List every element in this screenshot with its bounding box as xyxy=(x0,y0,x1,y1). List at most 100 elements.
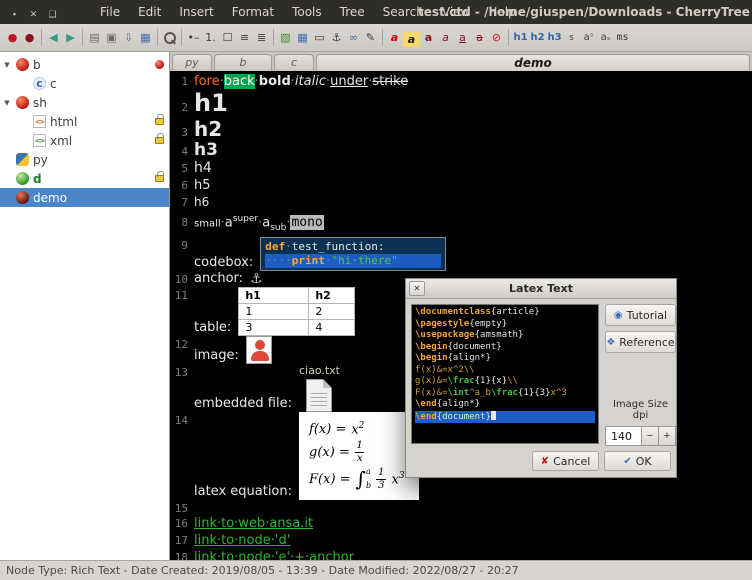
bulleted-list-icon[interactable]: •– xyxy=(185,27,202,49)
export-icon[interactable]: ⇩ xyxy=(120,27,137,49)
toolbar-separator xyxy=(273,29,274,46)
underline-icon[interactable]: a xyxy=(454,27,471,49)
bold-icon[interactable]: a xyxy=(420,27,437,49)
menu-tree[interactable]: Tree xyxy=(331,0,374,24)
go-back-icon[interactable]: ◀ xyxy=(45,27,62,49)
save-icon[interactable]: ▣ xyxy=(103,27,120,49)
person-icon xyxy=(247,337,271,363)
ok-icon: ✔ xyxy=(623,456,631,467)
monospace-icon[interactable]: ms xyxy=(614,27,631,49)
dpi-increase-button[interactable]: + xyxy=(659,426,676,446)
table-header-cell: h1 xyxy=(239,288,309,304)
text-run: a xyxy=(262,215,270,230)
edit-icon[interactable]: ✎ xyxy=(362,27,379,49)
subscript-icon[interactable]: aₛ xyxy=(597,27,614,49)
latex-equation-image[interactable]: f(x) = x2 g(x) = 1 x F(x) = ∫ a b xyxy=(299,412,419,500)
tab-demo[interactable]: demo xyxy=(316,54,750,71)
embedded-table[interactable]: h1h21234 xyxy=(238,287,355,336)
tutorial-button[interactable]: ◉ Tutorial xyxy=(605,304,676,326)
tree-node-xml[interactable]: <>xml xyxy=(0,131,169,150)
tree-node-d[interactable]: d xyxy=(0,169,169,188)
tree-panel[interactable]: ▼bcc▼sh<>html<>xmlpyddemo xyxy=(0,52,170,560)
tree-node-c[interactable]: cc xyxy=(0,74,169,93)
clear-format-icon[interactable]: ⊘ xyxy=(488,27,505,49)
find-icon[interactable] xyxy=(161,27,178,49)
fg-color-icon[interactable]: a xyxy=(386,27,403,49)
todo-list-icon[interactable]: ☐ xyxy=(219,27,236,49)
latex-source-editor[interactable]: \documentclass{article}\pagestyle{empty}… xyxy=(411,304,599,444)
cancel-button[interactable]: ✘ Cancel xyxy=(532,451,599,471)
align-left-icon[interactable]: ≡ xyxy=(236,27,253,49)
c-icon: c xyxy=(33,77,46,90)
expander-icon[interactable]: ▼ xyxy=(2,99,12,107)
toggle-tree-icon[interactable]: ▤ xyxy=(86,27,103,49)
embedded-file[interactable]: ciao.txt xyxy=(299,364,340,412)
menu-format[interactable]: Format xyxy=(223,0,283,24)
h1-icon[interactable]: h1 xyxy=(512,27,529,49)
tree-node-py[interactable]: py xyxy=(0,150,169,169)
tree-node-b[interactable]: ▼b xyxy=(0,55,169,74)
small-text-icon[interactable]: s xyxy=(563,27,580,49)
dpi-input[interactable]: 140 xyxy=(605,426,642,446)
reference-icon: ❖ xyxy=(606,337,615,348)
tree-node-sh[interactable]: ▼sh xyxy=(0,93,169,112)
expander-icon[interactable]: ▼ xyxy=(2,61,12,69)
h3-icon[interactable]: h3 xyxy=(546,27,563,49)
ok-button[interactable]: ✔ OK xyxy=(604,451,671,471)
menu-edit[interactable]: Edit xyxy=(129,0,170,24)
insert-link-icon[interactable]: ∞ xyxy=(345,27,362,49)
dpi-decrease-button[interactable]: − xyxy=(642,426,659,446)
menu-file[interactable]: File xyxy=(91,0,129,24)
numbered-list-icon[interactable]: 1. xyxy=(202,27,219,49)
codebox[interactable]: def·test_function:····print·"hi·there" xyxy=(260,237,446,271)
h2-icon[interactable]: h2 xyxy=(529,27,546,49)
reference-button[interactable]: ❖ Reference xyxy=(605,331,676,353)
line-content: fore·back·bold·italic·under·strike xyxy=(188,73,408,90)
dialog-footer: ✘ Cancel ✔ OK xyxy=(406,451,676,477)
embedded-image[interactable] xyxy=(246,336,272,364)
editor-line: 1fore·back·bold·italic·under·strike xyxy=(172,73,752,90)
latex-source-line: \begin{document} xyxy=(415,342,595,354)
latex-source-line: \begin{align*} xyxy=(415,353,595,365)
link-text[interactable]: link·to·web·ansa.it xyxy=(194,516,313,531)
italic-icon[interactable]: a xyxy=(437,27,454,49)
tree-node-demo[interactable]: demo xyxy=(0,188,169,207)
text-run: {document} xyxy=(437,412,491,422)
window-maximize[interactable]: ❑ xyxy=(44,6,61,23)
tab-py[interactable]: py xyxy=(172,54,212,71)
node-properties-icon[interactable]: ▦ xyxy=(137,27,154,49)
insert-codebox-icon[interactable]: ▭ xyxy=(311,27,328,49)
strike-icon[interactable]: a xyxy=(471,27,488,49)
tab-b[interactable]: b xyxy=(214,54,272,71)
text-run: g(x)&= xyxy=(415,376,448,386)
line-label: image: xyxy=(194,348,239,364)
text-run: bold xyxy=(259,74,291,89)
menu-insert[interactable]: Insert xyxy=(170,0,222,24)
cherry-latest-icon[interactable]: ● xyxy=(21,27,38,49)
insert-anchor-icon[interactable]: ⚓ xyxy=(328,27,345,49)
line-content: link·to·node·'d' xyxy=(188,532,290,549)
insert-table-icon[interactable]: ▦ xyxy=(294,27,311,49)
line-label: embedded file: xyxy=(194,396,292,412)
align-justify-icon[interactable]: ≣ xyxy=(253,27,270,49)
bg-color-icon[interactable]: a xyxy=(403,32,420,47)
latex-fraction: 1 x xyxy=(355,440,365,464)
superscript-icon[interactable]: aˢ xyxy=(580,27,597,49)
tab-c[interactable]: c xyxy=(274,54,314,71)
link-text[interactable]: link·to·node·'e'·+·anchor xyxy=(194,550,354,560)
go-forward-icon[interactable]: ▶ xyxy=(62,27,79,49)
text-run: test_function: xyxy=(292,240,385,253)
insert-image-icon[interactable]: ▧ xyxy=(277,27,294,49)
latex-eq-F: F(x) = ∫ a b 1 3 x3 xyxy=(309,467,405,491)
link-text[interactable]: link·to·node·'d' xyxy=(194,533,290,548)
tree-node-label: xml xyxy=(50,134,72,148)
tree-node-html[interactable]: <>html xyxy=(0,112,169,131)
menu-tools[interactable]: Tools xyxy=(283,0,331,24)
editor-line: 9codebox:def·test_function:····print·"hi… xyxy=(172,237,752,271)
bookmarks-icon[interactable]: ● xyxy=(4,27,21,49)
text-run: \end xyxy=(415,412,437,422)
dialog-titlebar[interactable]: ✕ Latex Text xyxy=(406,279,676,299)
window-close[interactable]: ✕ xyxy=(25,6,42,23)
dialog-close-button[interactable]: ✕ xyxy=(409,281,425,296)
window-menu[interactable]: ▪ xyxy=(6,5,23,22)
